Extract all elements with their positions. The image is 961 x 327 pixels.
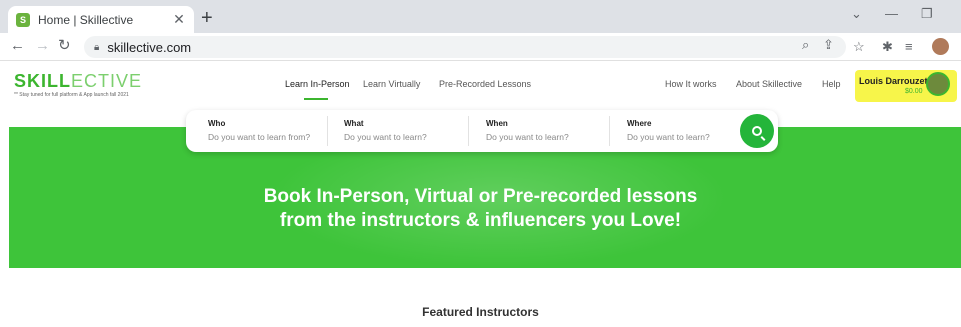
nav-learn-virtually[interactable]: Learn Virtually [363,79,420,89]
search-placeholder-who: Do you want to learn from? [208,132,311,142]
hero-headline: Book In-Person, Virtual or Pre-recorded … [0,185,961,233]
restore-icon[interactable]: ❐ [921,6,933,22]
zoom-icon[interactable]: ⌕ [802,37,809,53]
user-balance: $0.00 [905,88,923,95]
search-divider [468,116,469,146]
search-placeholder-when: Do you want to learn? [486,132,569,142]
hero-line-1: Book In-Person, Virtual or Pre-recorded … [263,186,698,207]
tab-title: Home | Skillective [38,12,134,27]
reload-icon[interactable]: ↻ [58,37,71,55]
nav-how-it-works[interactable]: How It works [665,79,717,89]
user-name[interactable]: Louis Darrouzet [859,76,928,86]
search-field-when[interactable]: When Do you want to learn? [486,110,606,152]
search-button[interactable] [740,114,774,148]
close-tab-icon[interactable]: ✕ [172,11,186,28]
nav-learn-in-person[interactable]: Learn In-Person [285,79,350,89]
logo-thin-text: ECTIVE [71,71,143,91]
back-icon[interactable]: ← [10,37,25,55]
search-placeholder-where: Do you want to learn? [627,132,710,142]
nav-help[interactable]: Help [822,79,841,89]
profile-icon[interactable] [932,38,949,55]
browser-toolbar: ← → ↻ 🔒︎ skillective.com ⌕ ⇪ ☆ ✱ ≡ [0,33,961,61]
active-nav-underline [304,98,328,100]
url-text: skillective.com [107,39,192,55]
user-avatar[interactable] [926,72,950,96]
nav-about-skillective[interactable]: About Skillective [736,79,802,89]
search-label-what: What [344,119,364,128]
browser-tab[interactable]: S Home | Skillective ✕ [8,6,194,33]
search-panel: Who Do you want to learn from? What Do y… [186,110,778,152]
hero-line-2: from the instructors & influencers you L… [279,210,682,231]
nav-pre-recorded-lessons[interactable]: Pre-Recorded Lessons [439,79,531,89]
site-favicon-icon: S [16,12,30,27]
site-header: SKILLECTIVE ** Stay tuned for full platf… [0,62,961,106]
forward-icon[interactable]: → [35,37,50,55]
tab-search-icon[interactable]: ⌄ [851,6,862,22]
lock-icon: 🔒︎ [94,41,100,53]
browser-tabstrip: S Home | Skillective ✕ + ⌄ — ❐ [0,0,961,33]
search-label-who: Who [208,119,226,128]
search-divider [327,116,328,146]
minimize-icon[interactable]: — [885,6,898,21]
search-field-what[interactable]: What Do you want to learn? [344,110,464,152]
tagline: ** Stay tuned for full platform & App la… [14,92,129,98]
search-label-where: Where [627,119,652,128]
search-label-when: When [486,119,508,128]
search-field-where[interactable]: Where Do you want to learn? [627,110,747,152]
new-tab-icon[interactable]: + [201,8,213,28]
share-icon[interactable]: ⇪ [823,37,834,53]
star-icon[interactable]: ☆ [853,39,865,55]
search-placeholder-what: Do you want to learn? [344,132,427,142]
site-logo[interactable]: SKILLECTIVE [14,71,142,92]
search-icon [752,126,762,136]
address-bar[interactable]: 🔒︎ skillective.com ⌕ ⇪ [84,36,846,58]
logo-bold-text: SKILL [14,71,71,91]
search-field-who[interactable]: Who Do you want to learn from? [208,110,328,152]
reading-list-icon[interactable]: ≡ [905,39,913,54]
search-divider [609,116,610,146]
extensions-icon[interactable]: ✱ [882,39,893,55]
featured-instructors-heading: Featured Instructors [422,305,539,319]
